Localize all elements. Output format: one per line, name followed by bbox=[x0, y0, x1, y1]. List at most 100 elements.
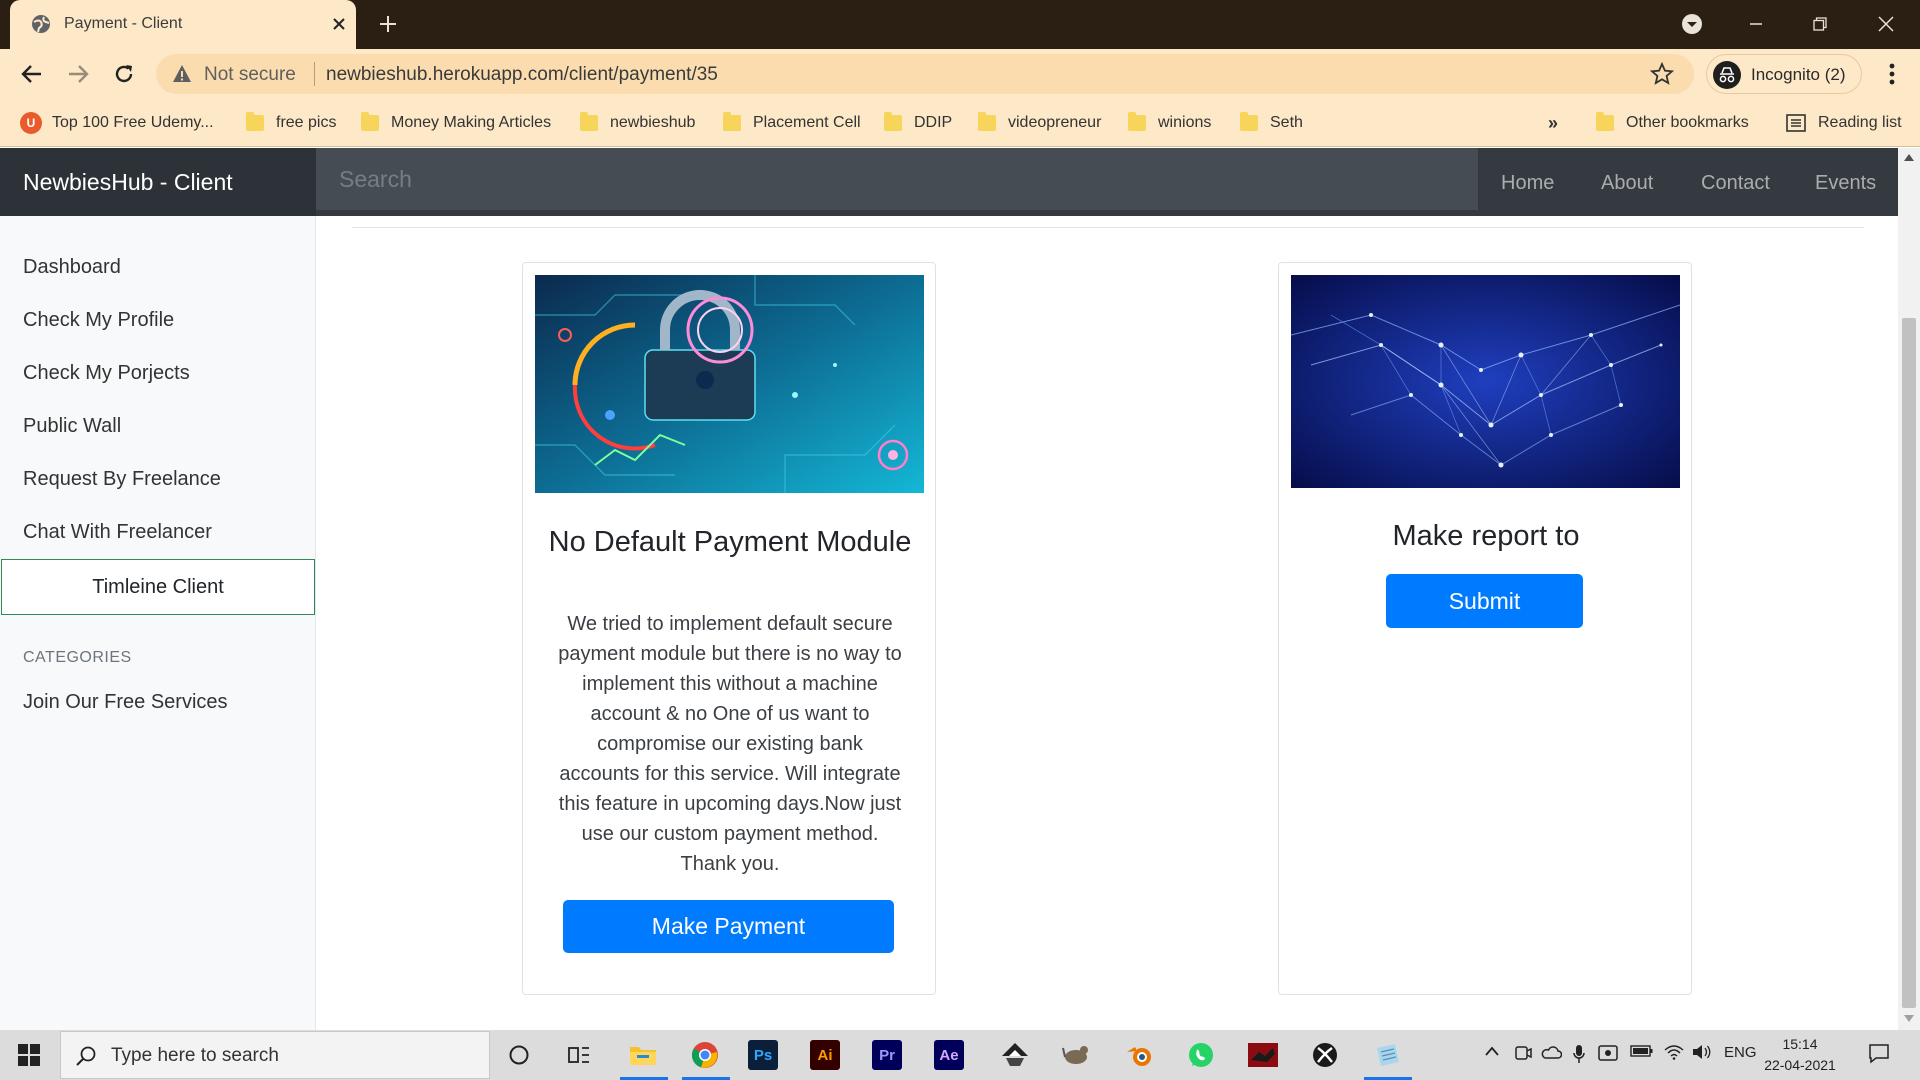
bookmark-item[interactable]: newbieshub bbox=[580, 111, 695, 135]
bookmark-item[interactable]: videopreneur bbox=[978, 111, 1101, 135]
bookmark-label: Seth bbox=[1270, 114, 1303, 131]
scroll-down-icon[interactable] bbox=[1903, 1014, 1915, 1024]
language-indicator[interactable]: ENG bbox=[1724, 1044, 1757, 1061]
submit-button[interactable]: Submit bbox=[1386, 574, 1583, 628]
omnibox-divider bbox=[314, 62, 315, 86]
bookmark-item[interactable]: DDIP bbox=[884, 111, 952, 135]
search-input[interactable] bbox=[316, 148, 1478, 210]
bookmarks-overflow-icon[interactable]: » bbox=[1548, 111, 1558, 135]
new-tab-icon[interactable] bbox=[374, 10, 402, 38]
microphone-icon[interactable] bbox=[1572, 1044, 1586, 1068]
bookmark-item[interactable]: winions bbox=[1128, 111, 1211, 135]
tab-title: Payment - Client bbox=[64, 15, 183, 32]
bookmark-label: videopreneur bbox=[1008, 114, 1102, 131]
bookmark-item[interactable]: Money Making Articles bbox=[361, 111, 551, 135]
warning-icon[interactable] bbox=[172, 64, 192, 84]
sidebar-item-timeline-client[interactable]: Timleine Client bbox=[1, 559, 315, 615]
photoshop-icon[interactable]: Ps bbox=[748, 1040, 778, 1070]
bookmark-item[interactable]: Seth bbox=[1240, 111, 1303, 135]
incognito-label: Incognito (2) bbox=[1751, 65, 1846, 84]
meet-now-icon[interactable] bbox=[1514, 1044, 1532, 1066]
taskbar-search[interactable]: Type here to search bbox=[60, 1031, 490, 1079]
illustrator-icon[interactable]: Ai bbox=[810, 1040, 840, 1070]
wifi-icon[interactable] bbox=[1664, 1044, 1684, 1064]
brand-logo[interactable]: NewbiesHub - Client bbox=[0, 148, 316, 216]
clock-time: 15:14 bbox=[1782, 1036, 1818, 1052]
bookmark-item[interactable]: U Top 100 Free Udemy... bbox=[20, 111, 214, 135]
url-text[interactable]: newbieshub.herokuapp.com/client/payment/… bbox=[326, 64, 718, 86]
cortana-icon[interactable] bbox=[500, 1036, 538, 1074]
windows-start-icon[interactable] bbox=[0, 1030, 58, 1080]
payment-card: No Default Payment Module We tried to im… bbox=[522, 262, 936, 995]
address-bar[interactable]: Not secure newbieshub.herokuapp.com/clie… bbox=[156, 54, 1694, 94]
folder-icon bbox=[580, 112, 598, 131]
nav-link-contact[interactable]: Contact bbox=[1701, 172, 1770, 195]
volume-icon[interactable] bbox=[1692, 1044, 1712, 1064]
bookmark-item[interactable]: free pics bbox=[246, 111, 336, 135]
close-window-icon[interactable] bbox=[1870, 8, 1902, 40]
page-scrollbar[interactable] bbox=[1898, 148, 1920, 1030]
notepad-icon[interactable] bbox=[1368, 1036, 1406, 1074]
bookmark-star-icon[interactable] bbox=[1650, 62, 1674, 86]
inkscape-icon[interactable] bbox=[996, 1036, 1034, 1074]
sidebar-item-join-free-services[interactable]: Join Our Free Services bbox=[0, 676, 315, 729]
sidebar-item-check-my-profile[interactable]: Check My Profile bbox=[0, 294, 315, 347]
after-effects-icon[interactable]: Ae bbox=[934, 1040, 964, 1070]
handshake-image bbox=[1291, 275, 1680, 488]
action-center-app-icon[interactable] bbox=[1598, 1044, 1618, 1066]
sidebar-item-request-by-freelance[interactable]: Request By Freelance bbox=[0, 453, 315, 506]
back-icon[interactable] bbox=[16, 58, 48, 90]
incognito-profile-button[interactable]: Incognito (2) bbox=[1706, 54, 1862, 94]
content-divider bbox=[352, 227, 1864, 228]
scroll-thumb[interactable] bbox=[1902, 318, 1916, 1008]
bookmarks-bar: U Top 100 Free Udemy... free pics Money M… bbox=[0, 99, 1920, 147]
file-explorer-icon[interactable] bbox=[624, 1036, 662, 1074]
windows-taskbar: Type here to search Ps Ai Pr Ae ENG 15:1… bbox=[0, 1030, 1920, 1080]
sidebar-item-dashboard[interactable]: Dashboard bbox=[0, 241, 315, 294]
nav-link-home[interactable]: Home bbox=[1501, 172, 1554, 195]
battery-icon[interactable] bbox=[1630, 1044, 1654, 1062]
tab-close-icon[interactable] bbox=[326, 11, 352, 37]
payment-card-text: We tried to implement default secure pay… bbox=[558, 613, 902, 875]
app-navbar: NewbiesHub - Client Home About Contact E… bbox=[0, 148, 1898, 216]
taskbar-clock[interactable]: 15:14 22-04-2021 bbox=[1755, 1034, 1845, 1076]
folder-icon bbox=[361, 112, 379, 131]
task-view-icon[interactable] bbox=[560, 1036, 598, 1074]
minimize-icon[interactable] bbox=[1740, 8, 1772, 40]
bookmark-label: Placement Cell bbox=[753, 114, 861, 131]
reading-list[interactable]: Reading list bbox=[1786, 111, 1902, 135]
make-payment-button[interactable]: Make Payment bbox=[563, 900, 894, 953]
bookmark-item[interactable]: Placement Cell bbox=[723, 111, 861, 135]
gimp-icon[interactable] bbox=[1058, 1036, 1096, 1074]
sidebar-item-chat-with-freelancer[interactable]: Chat With Freelancer bbox=[0, 506, 315, 559]
blender-icon[interactable] bbox=[1120, 1036, 1158, 1074]
folder-icon bbox=[1240, 112, 1258, 131]
other-bookmarks[interactable]: Other bookmarks bbox=[1596, 111, 1749, 135]
show-hidden-icons-icon[interactable] bbox=[1484, 1044, 1500, 1061]
sidebar-item-check-my-projects[interactable]: Check My Porjects bbox=[0, 347, 315, 400]
notifications-icon[interactable] bbox=[1868, 1042, 1890, 1068]
onedrive-icon[interactable] bbox=[1540, 1044, 1563, 1064]
report-card: Make report to Submit bbox=[1278, 262, 1692, 995]
bookmark-label: winions bbox=[1158, 114, 1212, 131]
scroll-up-icon[interactable] bbox=[1903, 152, 1915, 162]
reload-icon[interactable] bbox=[108, 58, 140, 90]
premiere-icon[interactable]: Pr bbox=[872, 1040, 902, 1070]
chrome-icon[interactable] bbox=[686, 1036, 724, 1074]
clock-date: 22-04-2021 bbox=[1764, 1057, 1836, 1073]
restore-icon[interactable] bbox=[1804, 8, 1836, 40]
tab-search-icon[interactable] bbox=[1676, 8, 1708, 40]
nav-link-events[interactable]: Events bbox=[1815, 172, 1876, 195]
sidebar-item-public-wall[interactable]: Public Wall bbox=[0, 400, 315, 453]
report-card-title: Make report to bbox=[1392, 520, 1580, 552]
browser-tab[interactable]: Payment - Client bbox=[10, 0, 356, 49]
xbox-icon[interactable] bbox=[1306, 1036, 1344, 1074]
folder-icon bbox=[884, 112, 902, 131]
whatsapp-icon[interactable] bbox=[1182, 1036, 1220, 1074]
reading-list-icon bbox=[1786, 114, 1806, 132]
app-icon[interactable] bbox=[1244, 1036, 1282, 1074]
nav-link-about[interactable]: About bbox=[1601, 172, 1653, 195]
chrome-menu-icon[interactable] bbox=[1876, 58, 1908, 90]
not-secure-label[interactable]: Not secure bbox=[204, 64, 296, 86]
forward-icon[interactable] bbox=[62, 58, 94, 90]
